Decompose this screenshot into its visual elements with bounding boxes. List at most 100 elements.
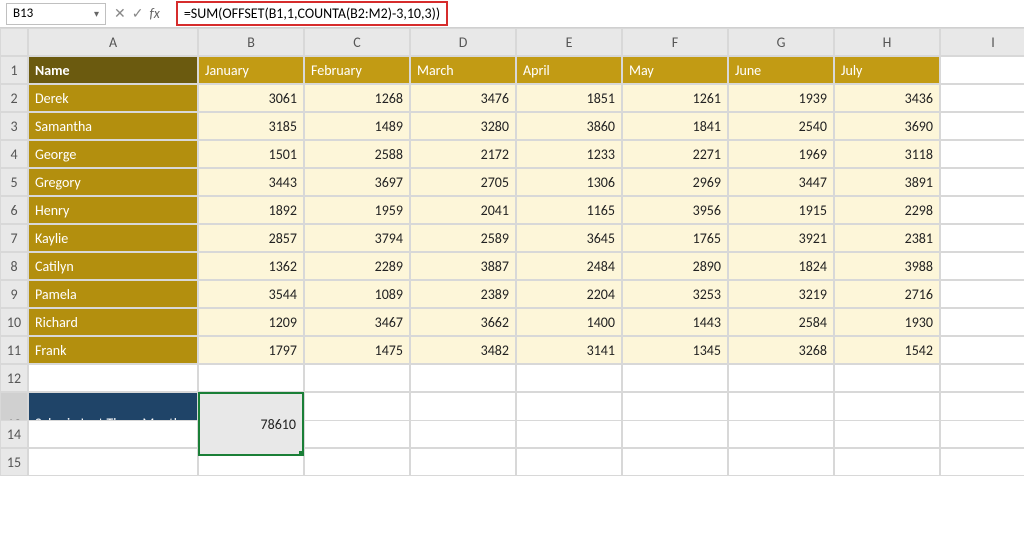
data-cell[interactable]: 1930	[834, 308, 940, 336]
spreadsheet-grid[interactable]: A B C D E F G H I 1 Name January Februar…	[0, 28, 1024, 476]
data-cell[interactable]: 2041	[410, 196, 516, 224]
cell[interactable]	[304, 420, 410, 448]
data-cell[interactable]: 3544	[198, 280, 304, 308]
data-cell[interactable]: 3268	[728, 336, 834, 364]
data-cell[interactable]: 1306	[516, 168, 622, 196]
col-header-A[interactable]: A	[28, 28, 198, 56]
cell[interactable]	[834, 448, 940, 476]
col-header-F[interactable]: F	[622, 28, 728, 56]
cell[interactable]	[940, 420, 1024, 448]
cell[interactable]	[940, 280, 1024, 308]
cell[interactable]	[834, 420, 940, 448]
data-cell[interactable]: 1261	[622, 84, 728, 112]
data-cell[interactable]: 3253	[622, 280, 728, 308]
data-cell[interactable]: 2289	[304, 252, 410, 280]
table-header-month[interactable]: May	[622, 56, 728, 84]
data-cell[interactable]: 2588	[304, 140, 410, 168]
col-header-H[interactable]: H	[834, 28, 940, 56]
cell[interactable]	[304, 364, 410, 392]
data-cell[interactable]: 1362	[198, 252, 304, 280]
data-cell[interactable]: 1489	[304, 112, 410, 140]
data-cell[interactable]: 1765	[622, 224, 728, 252]
data-cell[interactable]: 1089	[304, 280, 410, 308]
cell[interactable]	[28, 420, 198, 448]
row-header-2[interactable]: 2	[0, 84, 28, 112]
name-cell[interactable]: Derek	[28, 84, 198, 112]
table-header-month[interactable]: April	[516, 56, 622, 84]
cell[interactable]	[410, 364, 516, 392]
cell[interactable]	[304, 448, 410, 476]
data-cell[interactable]: 3988	[834, 252, 940, 280]
data-cell[interactable]: 2381	[834, 224, 940, 252]
row-header-4[interactable]: 4	[0, 140, 28, 168]
data-cell[interactable]: 1959	[304, 196, 410, 224]
cell[interactable]	[198, 364, 304, 392]
data-cell[interactable]: 1851	[516, 84, 622, 112]
col-header-G[interactable]: G	[728, 28, 834, 56]
cell[interactable]	[940, 252, 1024, 280]
data-cell[interactable]: 3436	[834, 84, 940, 112]
cell[interactable]	[28, 364, 198, 392]
cancel-icon[interactable]: ✕	[114, 5, 126, 22]
data-cell[interactable]: 2271	[622, 140, 728, 168]
data-cell[interactable]: 1165	[516, 196, 622, 224]
cell[interactable]	[410, 420, 516, 448]
name-box[interactable]: B13 ▾	[6, 3, 106, 25]
name-cell[interactable]: Catilyn	[28, 252, 198, 280]
cell[interactable]	[940, 112, 1024, 140]
cell[interactable]	[516, 420, 622, 448]
col-header-E[interactable]: E	[516, 28, 622, 56]
data-cell[interactable]: 3887	[410, 252, 516, 280]
data-cell[interactable]: 2484	[516, 252, 622, 280]
cell[interactable]	[940, 224, 1024, 252]
data-cell[interactable]: 3921	[728, 224, 834, 252]
row-header-9[interactable]: 9	[0, 280, 28, 308]
cell[interactable]	[622, 448, 728, 476]
data-cell[interactable]: 1939	[728, 84, 834, 112]
name-cell[interactable]: Samantha	[28, 112, 198, 140]
table-header-name[interactable]: Name	[28, 56, 198, 84]
cell[interactable]	[940, 364, 1024, 392]
data-cell[interactable]: 3860	[516, 112, 622, 140]
cell[interactable]	[516, 448, 622, 476]
cell[interactable]	[834, 364, 940, 392]
data-cell[interactable]: 2890	[622, 252, 728, 280]
data-cell[interactable]: 2589	[410, 224, 516, 252]
data-cell[interactable]: 2716	[834, 280, 940, 308]
data-cell[interactable]: 1345	[622, 336, 728, 364]
row-header-6[interactable]: 6	[0, 196, 28, 224]
data-cell[interactable]: 3443	[198, 168, 304, 196]
cell[interactable]	[728, 364, 834, 392]
data-cell[interactable]: 1841	[622, 112, 728, 140]
table-header-month[interactable]: January	[198, 56, 304, 84]
row-header-1[interactable]: 1	[0, 56, 28, 84]
data-cell[interactable]: 3219	[728, 280, 834, 308]
name-cell[interactable]: Kaylie	[28, 224, 198, 252]
cell[interactable]	[940, 308, 1024, 336]
data-cell[interactable]: 3956	[622, 196, 728, 224]
data-cell[interactable]: 1475	[304, 336, 410, 364]
data-cell[interactable]: 2705	[410, 168, 516, 196]
data-cell[interactable]: 1797	[198, 336, 304, 364]
data-cell[interactable]: 3794	[304, 224, 410, 252]
row-header-8[interactable]: 8	[0, 252, 28, 280]
data-cell[interactable]: 1892	[198, 196, 304, 224]
fx-icon[interactable]: fx	[149, 5, 159, 22]
row-header-12[interactable]: 12	[0, 364, 28, 392]
data-cell[interactable]: 1824	[728, 252, 834, 280]
table-header-month[interactable]: March	[410, 56, 516, 84]
name-cell[interactable]: George	[28, 140, 198, 168]
data-cell[interactable]: 2540	[728, 112, 834, 140]
row-header-11[interactable]: 11	[0, 336, 28, 364]
cell[interactable]	[728, 448, 834, 476]
data-cell[interactable]: 1542	[834, 336, 940, 364]
data-cell[interactable]: 1443	[622, 308, 728, 336]
cell[interactable]	[728, 420, 834, 448]
cell[interactable]	[622, 364, 728, 392]
data-cell[interactable]: 3118	[834, 140, 940, 168]
data-cell[interactable]: 2584	[728, 308, 834, 336]
name-cell[interactable]: Gregory	[28, 168, 198, 196]
select-all-corner[interactable]	[0, 28, 28, 56]
cell[interactable]	[940, 448, 1024, 476]
data-cell[interactable]: 2172	[410, 140, 516, 168]
